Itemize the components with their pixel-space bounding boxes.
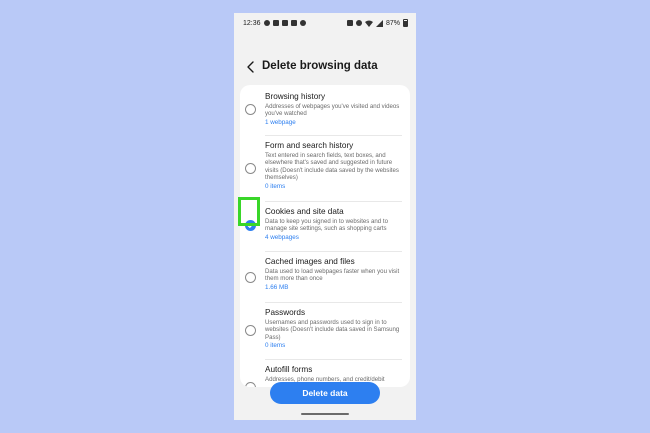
option-count: 1 webpage [265, 118, 296, 126]
grid-icon [290, 20, 297, 26]
option-count: 0 items [265, 342, 286, 350]
option-title: Browsing history [265, 92, 326, 101]
option-title: Cookies and site data [265, 207, 344, 216]
option-description: Data to keep you signed in to websites a… [265, 218, 388, 233]
autofill-forms-radio[interactable] [245, 382, 256, 387]
option-description: Data used to load webpages faster when y… [265, 268, 400, 283]
divider [265, 359, 402, 360]
page-header: Delete browsing data [234, 55, 416, 79]
battery-icon [403, 19, 408, 27]
divider [265, 251, 402, 252]
option-browsing-history[interactable]: Browsing history Addresses of webpages y… [240, 91, 410, 139]
status-time: 12:36 [243, 19, 261, 27]
browsing-history-radio[interactable] [245, 104, 256, 115]
shazam-icon [299, 20, 306, 26]
cached-images-files-radio[interactable] [245, 272, 256, 283]
options-card: Browsing history Addresses of webpages y… [240, 85, 410, 387]
option-title: Autofill forms [265, 365, 313, 374]
gallery-icon [281, 20, 288, 26]
divider [265, 302, 402, 303]
home-indicator [301, 413, 349, 415]
form-search-history-radio[interactable] [245, 163, 256, 174]
option-count: 1.66 MB [265, 283, 289, 291]
option-description: Addresses of webpages you've visited and… [265, 103, 400, 118]
wifi-icon [364, 20, 373, 27]
option-cookies-site-data[interactable]: Cookies and site data Data to keep you s… [240, 207, 410, 251]
page-title: Delete browsing data [262, 60, 378, 72]
back-icon[interactable] [245, 61, 257, 73]
option-description: Usernames and passwords used to sign in … [265, 319, 400, 341]
delete-data-button[interactable]: Delete data [270, 382, 380, 404]
option-count: 4 webpages [265, 233, 299, 241]
option-passwords[interactable]: Passwords Usernames and passwords used t… [240, 308, 410, 360]
option-title: Form and search history [265, 141, 354, 150]
battery-percent: 87% [385, 19, 400, 27]
notification-icon [272, 20, 279, 26]
divider [265, 135, 402, 136]
option-cached-images-files[interactable]: Cached images and files Data used to loa… [240, 257, 410, 301]
alarm-icon [355, 20, 362, 26]
option-form-search-history[interactable]: Form and search history Text entered in … [240, 141, 410, 201]
option-count: 0 items [265, 182, 286, 190]
passwords-radio[interactable] [245, 325, 256, 336]
signal-icon [375, 19, 383, 27]
option-title: Passwords [265, 308, 306, 317]
option-title: Cached images and files [265, 257, 355, 266]
whatsapp-icon [263, 20, 270, 26]
vibrate-icon [346, 20, 353, 26]
highlight-box [238, 197, 260, 226]
phone-screen: 12:36 87% Delete browsing data Browsing … [234, 13, 416, 420]
status-bar: 12:36 87% [234, 13, 416, 33]
divider [265, 201, 402, 202]
option-description: Text entered in search fields, text boxe… [265, 152, 399, 182]
